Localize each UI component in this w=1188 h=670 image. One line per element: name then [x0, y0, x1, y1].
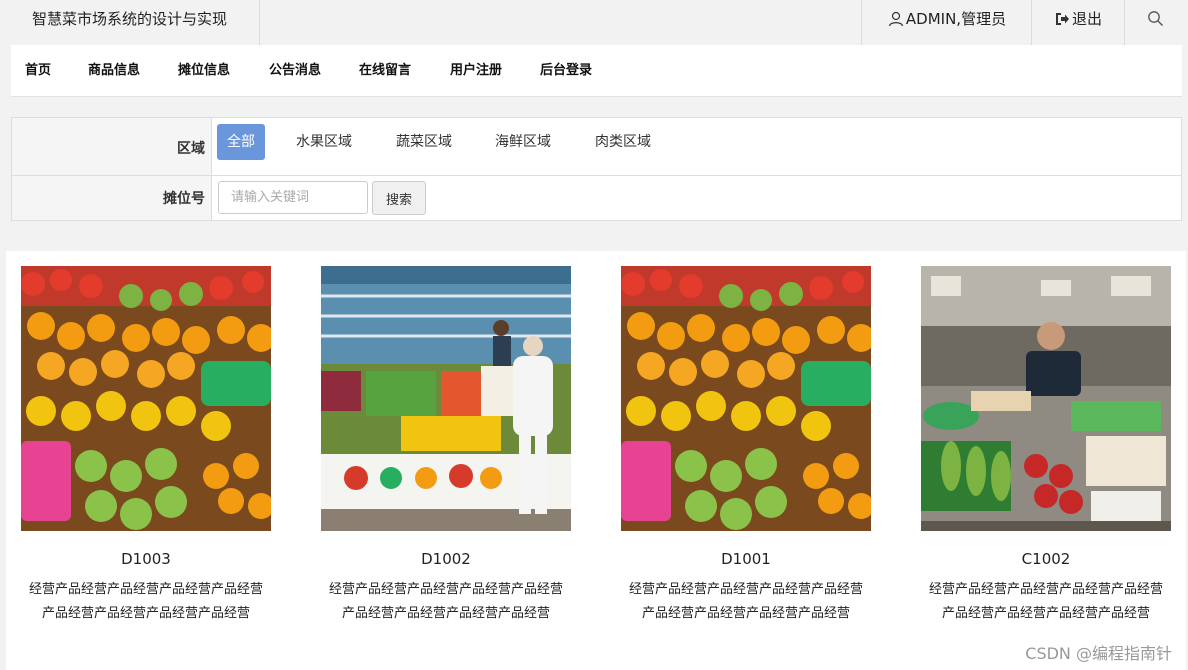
stall-label: 摊位号 [12, 176, 212, 220]
region-option-vegetable[interactable]: 蔬菜区域 [386, 124, 462, 160]
stall-filter-row: 摊位号 搜索 [12, 176, 1181, 220]
stall-name[interactable]: D1002 [321, 549, 571, 569]
user-label: ADMIN,管理员 [905, 10, 1007, 28]
search-icon [1148, 11, 1163, 26]
logout-button[interactable]: 退出 [1031, 0, 1125, 45]
region-option-meat[interactable]: 肉类区域 [585, 124, 661, 160]
main-nav: 首页 商品信息 摊位信息 公告消息 在线留言 用户注册 后台登录 [11, 45, 1182, 97]
region-label: 区域 [12, 118, 212, 175]
stall-description: 经营产品经营产品经营产品经营产品经营产品经营产品经营产品经营产品经营 [328, 582, 563, 621]
top-bar: 智慧菜市场系统的设计与实现 ADMIN,管理员 退出 [0, 0, 1188, 45]
stall-description: 经营产品经营产品经营产品经营产品经营产品经营产品经营产品经营产品经营 [628, 582, 863, 621]
region-filter-row: 区域 全部 水果区域 蔬菜区域 海鲜区域 肉类区域 [12, 118, 1181, 176]
user-menu[interactable]: ADMIN,管理员 [861, 0, 1032, 45]
region-option-fruit[interactable]: 水果区域 [286, 124, 362, 160]
filter-panel: 区域 全部 水果区域 蔬菜区域 海鲜区域 肉类区域 摊位号 搜索 [11, 117, 1182, 221]
stall-image[interactable] [921, 266, 1171, 531]
nav-item-products[interactable]: 商品信息 [88, 45, 140, 97]
region-option-all[interactable]: 全部 [217, 124, 265, 160]
user-icon [888, 11, 904, 26]
stall-card[interactable]: C1002 经营产品经营产品经营产品经营产品经营产品经营产品经营产品经营产品经营 [921, 266, 1171, 626]
nav-item-home[interactable]: 首页 [25, 45, 51, 97]
region-option-seafood[interactable]: 海鲜区域 [485, 124, 561, 160]
watermark: CSDN @编程指南针 [1025, 644, 1172, 663]
stall-name[interactable]: C1002 [921, 549, 1171, 569]
nav-item-stalls[interactable]: 摊位信息 [178, 45, 230, 97]
stall-card[interactable]: D1003 经营产品经营产品经营产品经营产品经营产品经营产品经营产品经营产品经营 [21, 266, 271, 626]
nav-item-admin-login[interactable]: 后台登录 [540, 45, 592, 97]
stall-image[interactable] [621, 266, 871, 531]
header-search-button[interactable] [1124, 0, 1188, 45]
nav-item-register[interactable]: 用户注册 [450, 45, 502, 97]
stall-search-input[interactable] [218, 181, 368, 214]
nav-item-messages[interactable]: 在线留言 [359, 45, 411, 97]
logout-label: 退出 [1071, 10, 1102, 28]
stall-description: 经营产品经营产品经营产品经营产品经营产品经营产品经营产品经营产品经营 [28, 582, 263, 621]
stall-image[interactable] [21, 266, 271, 531]
stall-card[interactable]: D1002 经营产品经营产品经营产品经营产品经营产品经营产品经营产品经营产品经营 [321, 266, 571, 626]
stall-description: 经营产品经营产品经营产品经营产品经营产品经营产品经营产品经营产品经营 [928, 582, 1163, 621]
stall-card[interactable]: D1001 经营产品经营产品经营产品经营产品经营产品经营产品经营产品经营产品经营 [621, 266, 871, 626]
stall-image[interactable] [321, 266, 571, 531]
stall-list: D1003 经营产品经营产品经营产品经营产品经营产品经营产品经营产品经营产品经营 [6, 251, 1186, 670]
stall-name[interactable]: D1003 [21, 549, 271, 569]
search-button[interactable]: 搜索 [372, 181, 426, 215]
stall-name[interactable]: D1001 [621, 549, 871, 569]
site-title: 智慧菜市场系统的设计与实现 [0, 0, 260, 45]
nav-item-notices[interactable]: 公告消息 [269, 45, 321, 97]
logout-icon [1055, 12, 1069, 25]
